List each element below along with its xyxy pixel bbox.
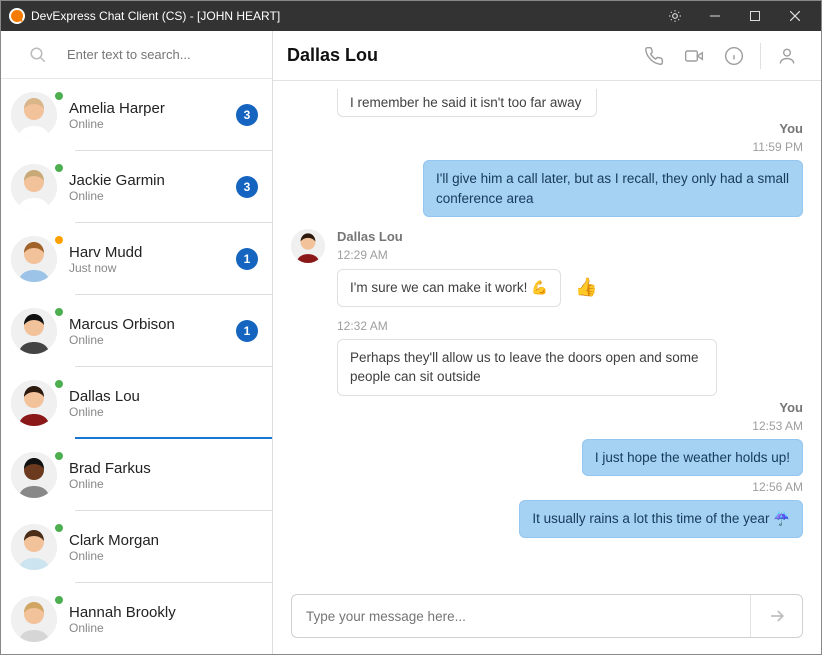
profile-button[interactable] <box>767 36 807 76</box>
avatar <box>11 236 57 282</box>
avatar <box>11 596 57 642</box>
message-bubble: I'll give him a call later, but as I rec… <box>423 160 803 217</box>
chat-header: Dallas Lou <box>273 31 821 81</box>
chat-body: I remember he said it isn't too far away… <box>273 81 821 582</box>
contact-item[interactable]: Jackie GarminOnline3 <box>1 151 272 223</box>
avatar <box>11 308 57 354</box>
message-bubble: It usually rains a lot this time of the … <box>519 500 803 538</box>
status-dot <box>55 308 63 316</box>
titlebar: DevExpress Chat Client (CS) - [JOHN HEAR… <box>1 1 821 31</box>
search-input[interactable] <box>47 47 262 62</box>
contact-item[interactable]: Dallas LouOnline <box>1 367 272 439</box>
contact-name: Brad Farkus <box>69 460 258 477</box>
call-button[interactable] <box>634 36 674 76</box>
contact-status: Just now <box>69 261 236 275</box>
search-bar <box>1 31 272 79</box>
close-button[interactable] <box>775 1 815 31</box>
status-dot <box>55 380 63 388</box>
message-sender: You <box>291 400 803 415</box>
message-time: 11:59 PM <box>291 140 803 154</box>
contact-item[interactable]: Hannah BrooklyOnline <box>1 583 272 654</box>
status-dot <box>55 164 63 172</box>
info-button[interactable] <box>714 36 754 76</box>
unread-badge: 1 <box>236 320 258 342</box>
contact-status: Online <box>69 117 236 131</box>
unread-badge: 1 <box>236 248 258 270</box>
contact-status: Online <box>69 621 258 635</box>
message-bubble: Perhaps they'll allow us to leave the do… <box>337 339 717 396</box>
message-bubble: I remember he said it isn't too far away <box>337 89 597 117</box>
contact-item[interactable]: Amelia HarperOnline3 <box>1 79 272 151</box>
contact-name: Harv Mudd <box>69 244 236 261</box>
status-dot <box>55 236 63 244</box>
contact-name: Amelia Harper <box>69 100 236 117</box>
message-sender: You <box>291 121 803 136</box>
avatar <box>11 164 57 210</box>
contact-name: Jackie Garmin <box>69 172 236 189</box>
contact-item[interactable]: Harv MuddJust now1 <box>1 223 272 295</box>
contact-status: Online <box>69 405 258 419</box>
message-input[interactable] <box>292 609 750 624</box>
contact-item[interactable]: Clark MorganOnline <box>1 511 272 583</box>
contact-status: Online <box>69 333 236 347</box>
sidebar: Amelia HarperOnline3Jackie GarminOnline3… <box>1 31 273 654</box>
avatar <box>291 229 325 263</box>
unread-badge: 3 <box>236 176 258 198</box>
message-time: 12:29 AM <box>337 248 403 262</box>
status-dot <box>55 92 63 100</box>
video-button[interactable] <box>674 36 714 76</box>
message-bubble: I'm sure we can make it work! 💪 <box>337 269 561 307</box>
window-title: DevExpress Chat Client (CS) - [JOHN HEAR… <box>31 9 655 23</box>
chat-pane: Dallas Lou I remember he said it isn't t… <box>273 31 821 654</box>
separator <box>760 43 761 69</box>
message-time: 12:56 AM <box>291 480 803 494</box>
contact-name: Hannah Brookly <box>69 604 258 621</box>
chat-title: Dallas Lou <box>287 45 634 66</box>
message-bubble: I just hope the weather holds up! <box>582 439 803 477</box>
unread-badge: 3 <box>236 104 258 126</box>
contact-status: Online <box>69 549 258 563</box>
minimize-button[interactable] <box>695 1 735 31</box>
send-button[interactable] <box>750 595 802 637</box>
contact-list: Amelia HarperOnline3Jackie GarminOnline3… <box>1 79 272 654</box>
message-time: 12:53 AM <box>291 419 803 433</box>
avatar <box>11 380 57 426</box>
maximize-button[interactable] <box>735 1 775 31</box>
search-icon <box>29 46 47 64</box>
status-dot <box>55 524 63 532</box>
message-sender: Dallas Lou <box>337 229 403 244</box>
message-time: 12:32 AM <box>337 319 803 333</box>
avatar <box>11 452 57 498</box>
avatar <box>11 524 57 570</box>
contact-item[interactable]: Marcus OrbisonOnline1 <box>1 295 272 367</box>
theme-icon[interactable] <box>655 1 695 31</box>
status-dot <box>55 452 63 460</box>
reaction-button[interactable]: 👍 <box>575 277 597 298</box>
contact-name: Marcus Orbison <box>69 316 236 333</box>
status-dot <box>55 596 63 604</box>
contact-status: Online <box>69 189 236 203</box>
contact-status: Online <box>69 477 258 491</box>
contact-name: Clark Morgan <box>69 532 258 549</box>
app-logo-icon <box>9 8 25 24</box>
contact-name: Dallas Lou <box>69 388 258 405</box>
message-composer <box>291 594 803 638</box>
avatar <box>11 92 57 138</box>
contact-item[interactable]: Brad FarkusOnline <box>1 439 272 511</box>
